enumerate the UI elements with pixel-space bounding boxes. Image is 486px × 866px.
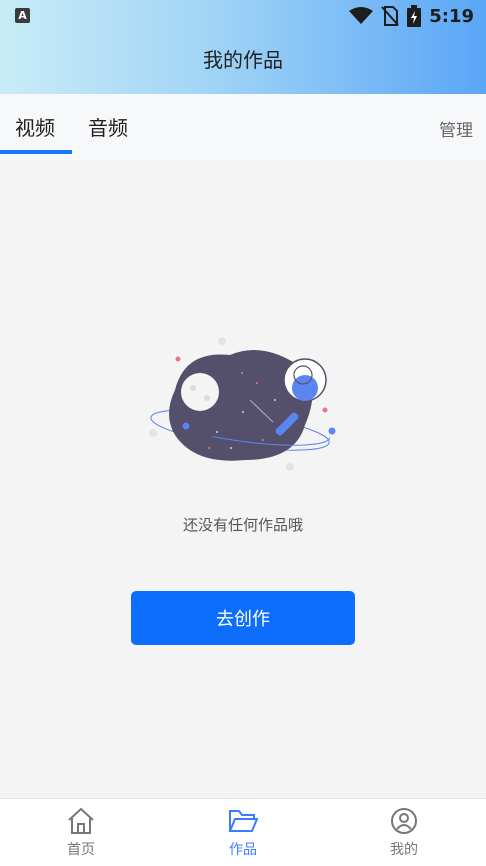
nav-item-home[interactable]: 首页	[41, 807, 121, 859]
empty-planet-illustration	[149, 337, 336, 471]
status-time: 5:19	[429, 5, 474, 27]
status-icons: 5:19	[349, 5, 474, 27]
active-tab-indicator	[0, 150, 72, 154]
wifi-icon	[349, 7, 374, 24]
no-sim-icon	[381, 6, 399, 26]
status-bar: A 5:19	[0, 0, 486, 32]
nav-label-mine: 我的	[390, 842, 418, 858]
page-title: 我的作品	[203, 48, 283, 72]
empty-state-message: 还没有任何作品哦	[182, 516, 303, 534]
nav-item-mine[interactable]: 我的	[364, 807, 444, 859]
notification-a-icon: A	[15, 8, 30, 23]
manage-button[interactable]: 管理	[439, 116, 473, 141]
nav-item-works[interactable]: 作品	[203, 807, 283, 859]
folder-icon	[228, 810, 258, 832]
home-icon	[68, 807, 94, 834]
user-icon	[391, 808, 417, 834]
create-button[interactable]: 去创作	[131, 591, 355, 645]
bottom-nav: 首页 作品 我的	[0, 798, 486, 866]
app-header: A 5:19 我的作品	[0, 0, 486, 94]
battery-charging-icon	[407, 5, 422, 27]
nav-label-home: 首页	[67, 842, 95, 858]
tab-video[interactable]: 视频	[15, 112, 55, 141]
tab-bar: 视频 音频 管理	[0, 94, 486, 160]
nav-label-works: 作品	[229, 842, 257, 858]
tab-audio[interactable]: 音频	[88, 112, 128, 141]
